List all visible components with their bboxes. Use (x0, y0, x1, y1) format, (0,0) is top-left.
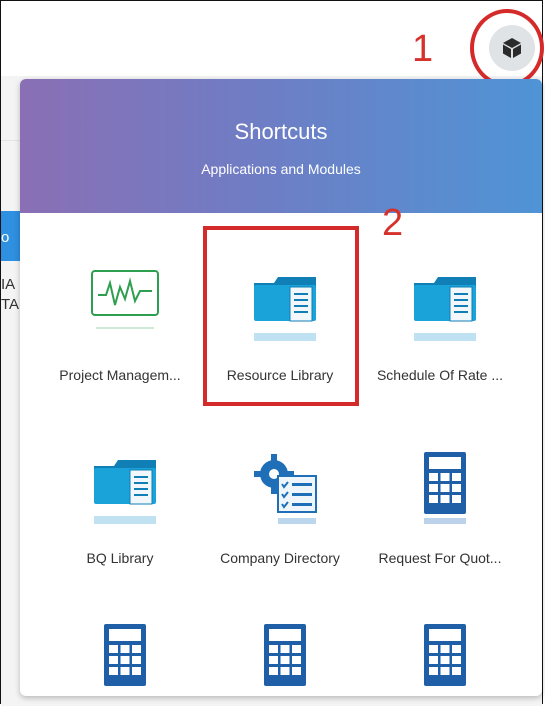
tile-label: BQ Library (86, 550, 154, 566)
shortcut-tile-request-for-quotation[interactable]: Request For Quot... (360, 417, 520, 567)
tile-label: Project Managem... (59, 367, 181, 383)
calculator-icon (104, 624, 146, 686)
background-text-fragment: IA (1, 276, 16, 293)
shortcut-tile-bq-library[interactable]: BQ Library (40, 417, 200, 567)
background-tab[interactable]: o (1, 211, 21, 261)
gear-checklist-icon (254, 454, 317, 524)
background-tab-label: o (1, 229, 10, 246)
shortcut-tile-project-management[interactable]: Project Managem... (40, 234, 200, 384)
pulse-chart-icon (91, 270, 159, 329)
highlight-circle (470, 9, 544, 87)
background-text-fragment: TA (1, 296, 20, 313)
panel-subtitle: Applications and Modules (201, 161, 361, 177)
tile-label: Company Directory (220, 550, 340, 566)
calculator-icon (424, 624, 466, 686)
calculator-icon (424, 452, 466, 524)
folder-document-icon (414, 277, 476, 341)
shortcut-tile-schedule-of-rate[interactable]: Schedule Of Rate ... (360, 234, 520, 384)
calculator-icon (264, 624, 306, 686)
shortcut-tile-calculator[interactable] (200, 589, 360, 696)
shortcut-tile-calculator[interactable] (40, 589, 200, 696)
panel-title: Shortcuts (234, 119, 328, 144)
panel-header: Shortcuts Applications and Modules (20, 79, 542, 213)
step-number-1: 1 (412, 28, 434, 70)
highlight-box (203, 226, 359, 406)
top-bar (1, 1, 542, 76)
tile-label: Request For Quot... (378, 550, 502, 566)
shortcut-tile-calculator[interactable] (360, 589, 520, 696)
shortcut-tile-company-directory[interactable]: Company Directory (200, 417, 360, 567)
folder-document-icon (94, 460, 156, 524)
step-number-2: 2 (382, 202, 404, 244)
tile-label: Schedule Of Rate ... (376, 367, 504, 383)
